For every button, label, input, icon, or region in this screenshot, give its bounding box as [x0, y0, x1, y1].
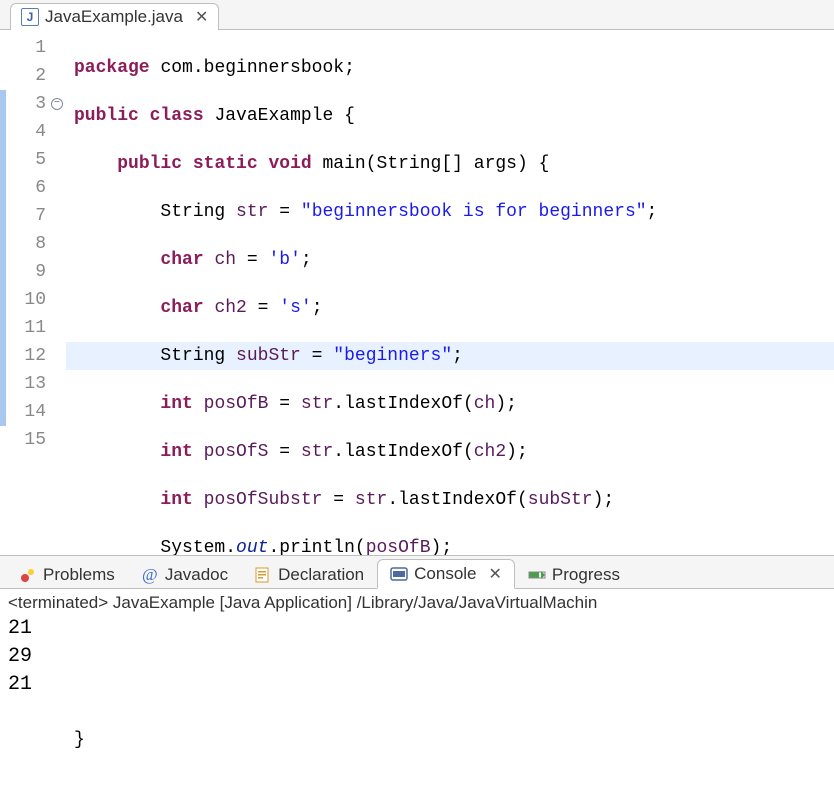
line-number: 13	[6, 370, 46, 398]
line-number: 11	[6, 314, 46, 342]
editor-tabs: J JavaExample.java ✕	[0, 0, 834, 30]
editor-tab-label: JavaExample.java	[45, 7, 183, 27]
line-number: 10	[6, 286, 46, 314]
line-number: 12	[6, 342, 46, 370]
problems-icon	[19, 566, 37, 584]
fold-collapse-icon[interactable]: −	[51, 98, 63, 110]
java-file-icon: J	[21, 8, 39, 26]
line-number: 6	[6, 174, 46, 202]
line-number: 15	[6, 426, 46, 454]
tab-label: Declaration	[278, 565, 364, 585]
tab-label: Problems	[43, 565, 115, 585]
progress-icon	[528, 566, 546, 584]
editor-tab-javaexample[interactable]: J JavaExample.java ✕	[10, 3, 219, 30]
tab-declaration[interactable]: Declaration	[241, 559, 377, 589]
close-icon[interactable]: ✕	[489, 564, 502, 584]
line-number: 5	[6, 146, 46, 174]
console-line: 29	[8, 643, 826, 671]
line-number: 3	[6, 90, 46, 118]
console-line: 21	[8, 615, 826, 643]
tab-problems[interactable]: Problems	[6, 559, 128, 589]
tab-label: Console	[414, 564, 476, 584]
line-number: 1	[6, 34, 46, 62]
console-output[interactable]: 21 29 21	[8, 613, 826, 699]
javadoc-icon: @	[141, 566, 159, 584]
tab-console[interactable]: Console ✕	[377, 559, 515, 589]
line-number: 2	[6, 62, 46, 90]
tab-progress[interactable]: Progress	[515, 559, 633, 589]
bottom-tabs: Problems @ Javadoc Declaration Console ✕…	[0, 556, 834, 589]
line-number: 14	[6, 398, 46, 426]
line-number: 8	[6, 230, 46, 258]
console-line: 21	[8, 671, 826, 699]
line-number: 4	[6, 118, 46, 146]
tab-javadoc[interactable]: @ Javadoc	[128, 559, 241, 589]
line-number: 9	[6, 258, 46, 286]
console-status: <terminated> JavaExample [Java Applicati…	[8, 593, 826, 613]
console-body: <terminated> JavaExample [Java Applicati…	[0, 589, 834, 703]
close-icon[interactable]: ✕	[195, 7, 208, 27]
console-icon	[390, 565, 408, 583]
tab-label: Javadoc	[165, 565, 228, 585]
declaration-icon	[254, 566, 272, 584]
tab-label: Progress	[552, 565, 620, 585]
line-number: 7	[6, 202, 46, 230]
bottom-panel: Problems @ Javadoc Declaration Console ✕…	[0, 555, 834, 703]
